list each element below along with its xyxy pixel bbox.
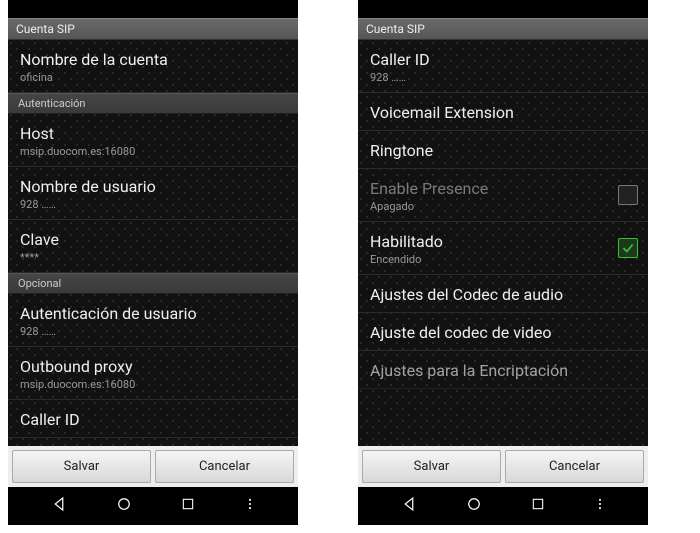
menu-icon[interactable]: [243, 495, 257, 517]
section-header: Autenticación: [8, 93, 298, 114]
settings-item[interactable]: Enable Presence Apagado: [358, 169, 648, 222]
item-subtitle: ****: [20, 251, 286, 264]
recent-icon[interactable]: [180, 496, 196, 516]
phone-right: Cuenta SIP Caller ID 928 …… Voicemail Exte…: [358, 0, 648, 525]
settings-list[interactable]: Nombre de la cuentaoficinaAutenticaciónH…: [8, 40, 298, 446]
back-icon[interactable]: [400, 495, 418, 517]
status-bar: [358, 0, 648, 18]
item-title: Nombre de la cuenta: [20, 50, 286, 69]
status-bar: [8, 0, 298, 18]
item-title: Clave: [20, 230, 286, 249]
cancel-button[interactable]: Cancelar: [155, 450, 294, 483]
section-header: Opcional: [8, 273, 298, 294]
item-title: Ajustes para la Encriptación: [370, 361, 636, 380]
item-title: Ajustes del Codec de audio: [370, 285, 636, 304]
item-title: Caller ID: [370, 50, 636, 69]
checkbox[interactable]: [618, 185, 638, 205]
item-title: Ajuste del codec de video: [370, 323, 636, 342]
settings-item[interactable]: Outbound proxy msip.duocom.es:16080: [8, 347, 298, 400]
save-button[interactable]: Salvar: [362, 450, 501, 483]
android-nav-bar: [8, 487, 298, 525]
item-subtitle: Apagado: [370, 200, 636, 213]
checkbox[interactable]: [618, 238, 638, 258]
settings-item[interactable]: Habilitado Encendido: [358, 222, 648, 275]
settings-item[interactable]: Voicemail Extension: [358, 93, 648, 131]
item-subtitle: 928 ……: [20, 325, 286, 338]
item-title: Host: [20, 124, 286, 143]
settings-item[interactable]: Nombre de usuario 928 ……: [8, 167, 298, 220]
item-subtitle: 928 ……: [370, 71, 636, 84]
recent-icon[interactable]: [530, 496, 546, 516]
item-title: Outbound proxy: [20, 357, 286, 376]
settings-item[interactable]: Autenticación de usuario 928 ……: [8, 294, 298, 347]
back-icon[interactable]: [50, 495, 68, 517]
settings-list[interactable]: Caller ID 928 …… Voicemail Extension Ringto…: [358, 40, 648, 446]
item-title: Enable Presence: [370, 179, 636, 198]
item-subtitle: oficina: [20, 71, 286, 84]
settings-item[interactable]: Ringtone: [358, 131, 648, 169]
home-icon[interactable]: [115, 495, 133, 517]
settings-item[interactable]: Ajustes para la Encriptación: [358, 351, 648, 389]
item-subtitle: msip.duocom.es:16080: [20, 378, 286, 391]
item-title: Voicemail Extension: [370, 103, 636, 122]
screen-title: Cuenta SIP: [8, 18, 298, 40]
save-button[interactable]: Salvar: [12, 450, 151, 483]
settings-item[interactable]: Caller ID: [8, 400, 298, 438]
settings-item[interactable]: Host msip.duocom.es:16080: [8, 114, 298, 167]
home-icon[interactable]: [465, 495, 483, 517]
item-subtitle: Encendido: [370, 253, 636, 266]
settings-item[interactable]: Ajustes del Codec de audio: [358, 275, 648, 313]
cancel-button[interactable]: Cancelar: [505, 450, 644, 483]
settings-item[interactable]: Nombre de la cuenta oficina: [8, 40, 298, 93]
settings-item[interactable]: Ajuste del codec de video: [358, 313, 648, 351]
settings-item[interactable]: Clave ****: [8, 220, 298, 273]
settings-item[interactable]: Caller ID 928 ……: [358, 40, 648, 93]
item-title: Nombre de usuario: [20, 177, 286, 196]
item-subtitle: msip.duocom.es:16080: [20, 145, 286, 158]
item-title: Caller ID: [20, 410, 286, 429]
phone-left: Cuenta SIP Nombre de la cuenta oficina Aut…: [8, 0, 298, 525]
button-bar: Salvar Cancelar: [8, 446, 298, 487]
item-title: Ringtone: [370, 141, 636, 160]
item-title: Habilitado: [370, 232, 636, 251]
item-subtitle: 928 ……: [20, 198, 286, 211]
button-bar: Salvar Cancelar: [358, 446, 648, 487]
screen-title: Cuenta SIP: [358, 18, 648, 40]
menu-icon[interactable]: [593, 495, 607, 517]
android-nav-bar: [358, 487, 648, 525]
item-title: Autenticación de usuario: [20, 304, 286, 323]
